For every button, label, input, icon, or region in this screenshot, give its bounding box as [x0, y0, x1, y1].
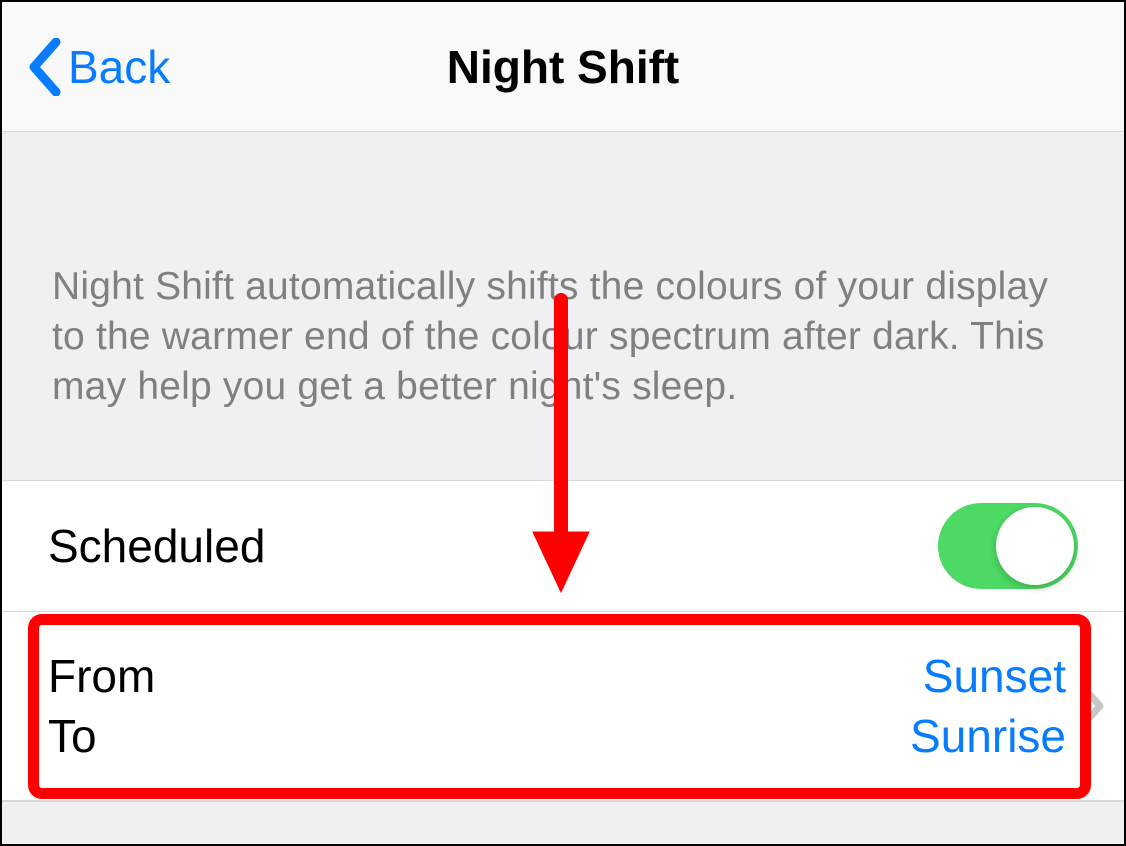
night-shift-settings-screen: Back Night Shift Night Shift automatical… — [0, 0, 1126, 846]
scheduled-toggle[interactable] — [938, 503, 1078, 589]
settings-content: Night Shift automatically shifts the col… — [2, 132, 1124, 844]
back-button-label: Back — [68, 40, 170, 94]
schedule-from-label: From — [48, 649, 155, 703]
scheduled-group: Scheduled From To Sunset Sunrise — [2, 480, 1124, 802]
schedule-to-value: Sunrise — [910, 709, 1066, 763]
toggle-knob-icon — [996, 507, 1074, 585]
schedule-values: Sunset Sunrise — [910, 649, 1066, 763]
chevron-right-icon — [1078, 682, 1106, 730]
chevron-left-icon — [26, 38, 62, 96]
scheduled-row: Scheduled — [2, 481, 1124, 611]
scheduled-label: Scheduled — [48, 519, 265, 573]
back-button[interactable]: Back — [2, 38, 170, 96]
page-title: Night Shift — [2, 40, 1124, 94]
schedule-from-to-row[interactable]: From To Sunset Sunrise — [2, 611, 1124, 801]
schedule-labels: From To — [48, 649, 155, 763]
schedule-from-value: Sunset — [923, 649, 1066, 703]
navigation-bar: Back Night Shift — [2, 2, 1124, 132]
schedule-to-label: To — [48, 709, 155, 763]
night-shift-description: Night Shift automatically shifts the col… — [2, 132, 1124, 480]
